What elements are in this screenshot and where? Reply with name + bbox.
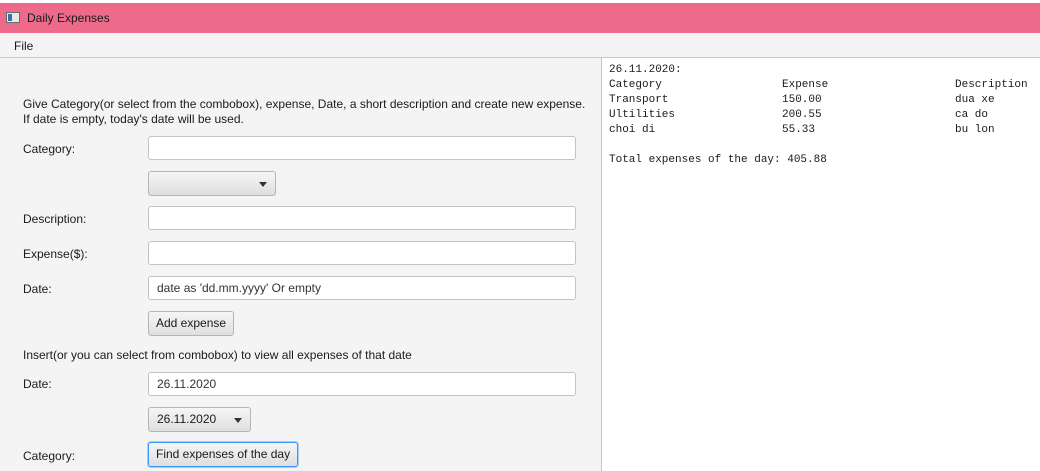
output-row-description: dua xe xyxy=(955,94,995,106)
output-row-category: Transport xyxy=(609,94,669,106)
output-column-expense: Expense xyxy=(782,79,829,91)
chevron-down-icon xyxy=(234,418,242,423)
output-row-expense: 200.55 xyxy=(782,109,822,121)
app-window-icon xyxy=(6,12,20,23)
view-date-input[interactable]: 26.11.2020 xyxy=(148,372,576,396)
output-total: Total expenses of the day: 405.88 xyxy=(609,154,827,166)
menu-bar: File xyxy=(0,33,1040,58)
date-label: Date: xyxy=(23,282,52,296)
date-input[interactable]: date as 'dd.mm.yyyy' Or empty xyxy=(148,276,576,300)
description-input[interactable] xyxy=(148,206,576,230)
title-bar: Daily Expenses xyxy=(0,3,1040,33)
view-category-label: Category: xyxy=(23,449,76,463)
form-instructions-line2: If date is empty, today's date will be u… xyxy=(23,112,244,126)
category-label: Category: xyxy=(23,142,76,156)
output-column-description: Description xyxy=(955,79,1028,91)
view-date-combobox-value: 26.11.2020 xyxy=(157,412,217,426)
output-row-expense: 150.00 xyxy=(782,94,822,106)
view-date-label: Date: xyxy=(23,377,52,391)
output-column-category: Category xyxy=(609,79,662,91)
output-row-category: Ultilities xyxy=(609,109,676,121)
description-label: Description: xyxy=(23,212,87,226)
category-input[interactable] xyxy=(148,136,576,160)
output-row-description: bu lon xyxy=(955,124,995,136)
expense-input[interactable] xyxy=(148,241,576,265)
category-combobox[interactable] xyxy=(148,171,276,196)
output-row-category: choi di xyxy=(609,124,656,136)
view-date-combobox[interactable]: 26.11.2020 xyxy=(148,407,251,432)
output-row-expense: 55.33 xyxy=(782,124,816,136)
view-instructions: Insert(or you can select from combobox) … xyxy=(23,348,412,362)
expense-form-pane: Give Category(or select from the combobo… xyxy=(0,58,602,471)
output-row-description: ca do xyxy=(955,109,989,121)
output-date-header: 26.11.2020: xyxy=(609,64,682,76)
menu-file[interactable]: File xyxy=(14,39,33,53)
window-title: Daily Expenses xyxy=(27,11,110,25)
form-instructions-line1: Give Category(or select from the combobo… xyxy=(23,97,586,111)
find-expenses-button[interactable]: Find expenses of the day xyxy=(148,442,299,467)
chevron-down-icon xyxy=(259,182,267,187)
add-expense-button[interactable]: Add expense xyxy=(148,311,235,336)
expenses-output-area[interactable]: 26.11.2020: Category Expense Description… xyxy=(602,58,1040,471)
expense-label: Expense($): xyxy=(23,247,88,261)
